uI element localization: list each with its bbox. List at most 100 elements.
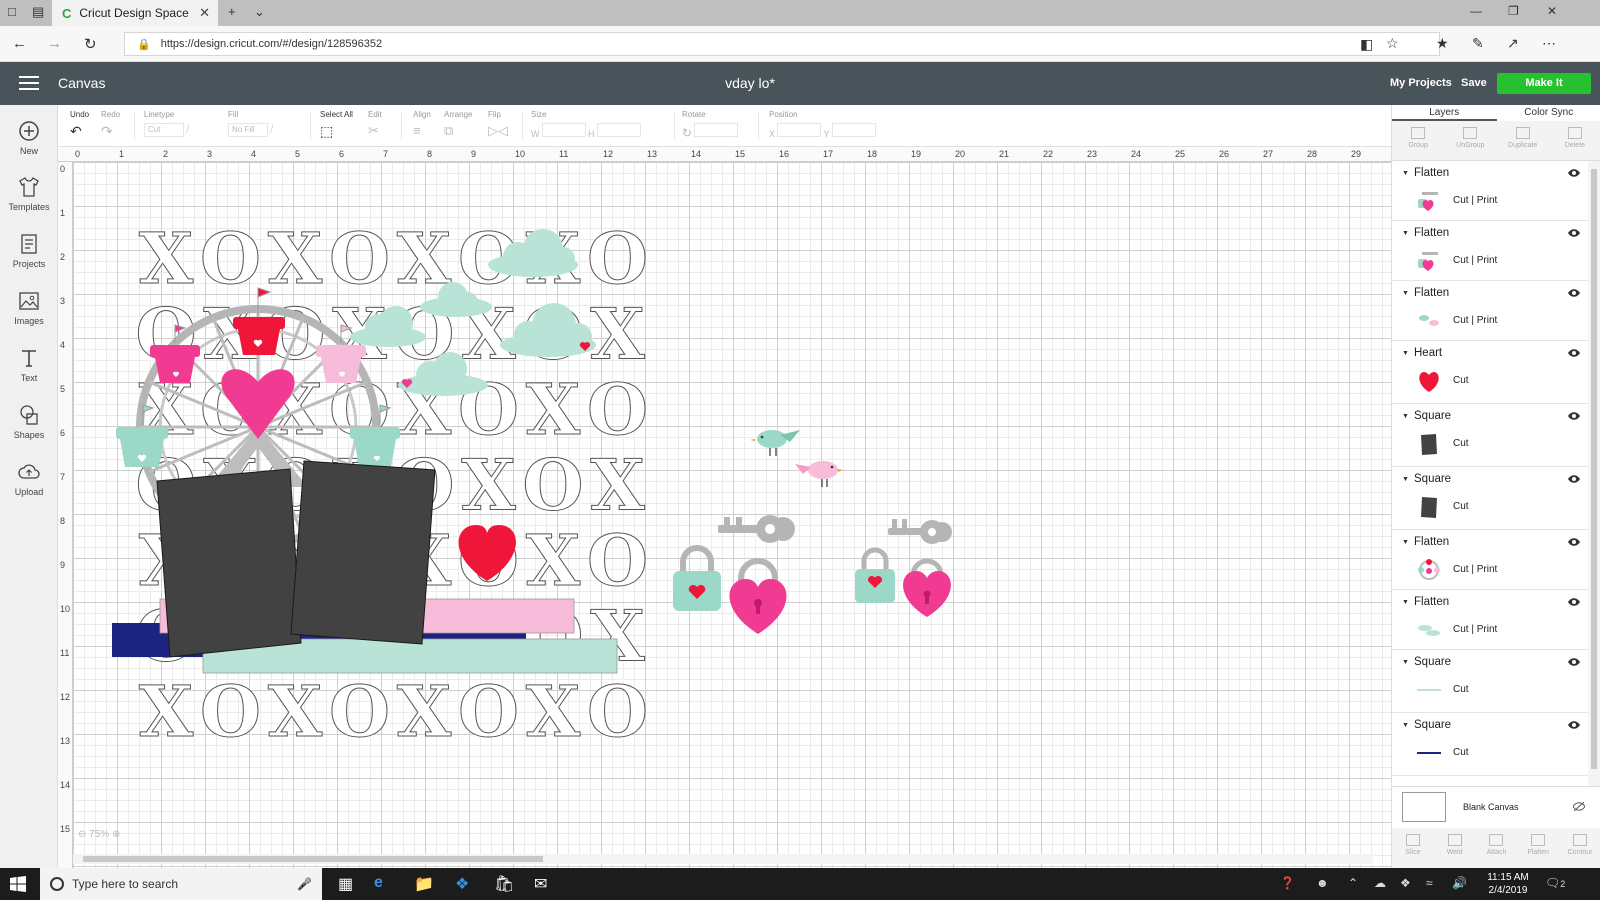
collapse-caret-icon[interactable]: ▼	[1402, 350, 1409, 357]
delete-button[interactable]: Delete	[1549, 121, 1600, 160]
my-projects-link[interactable]: My Projects	[1390, 77, 1452, 89]
photo-mat-right[interactable]	[290, 460, 436, 645]
onedrive-icon[interactable]: ☁	[1374, 876, 1386, 890]
make-it-button[interactable]: Make It	[1497, 73, 1591, 94]
collapse-caret-icon[interactable]: ▼	[1402, 599, 1409, 606]
layer-operation[interactable]: Cut | Print	[1453, 255, 1497, 266]
blank-canvas-row[interactable]: Blank Canvas	[1392, 786, 1600, 828]
people-icon[interactable]: ☻	[1316, 876, 1329, 890]
mail-icon[interactable]: ✉	[534, 874, 547, 894]
sidebar-item-new[interactable]: New	[0, 119, 58, 156]
size-w-input[interactable]	[541, 123, 586, 137]
pos-x-input[interactable]	[777, 123, 822, 137]
rotate-control[interactable]: Rotate ↻	[682, 110, 739, 140]
layer-operation[interactable]: Cut	[1453, 747, 1469, 758]
edit-button[interactable]: Edit ✂	[368, 110, 382, 139]
eye-icon[interactable]	[1568, 289, 1580, 297]
edge-browser-icon[interactable]: e	[374, 874, 383, 892]
url-field[interactable]: 🔒 https://design.cricut.com/#/design/128…	[124, 32, 1440, 56]
sidebar-item-projects[interactable]: Projects	[0, 232, 58, 269]
zoom-out-icon[interactable]: ⊖	[78, 829, 86, 840]
layers-scrollbar[interactable]	[1588, 161, 1600, 786]
sidebar-item-images[interactable]: Images	[0, 289, 58, 326]
microphone-icon[interactable]: 🎤	[297, 877, 312, 891]
browser-tab[interactable]: C Cricut Design Space ✕	[52, 0, 218, 26]
arrange-button[interactable]: Arrange ⧉	[444, 110, 472, 139]
pen-notes-icon[interactable]: ✎	[1472, 35, 1484, 52]
redo-button[interactable]: Redo ↷	[101, 110, 120, 140]
contour-button[interactable]: Contour	[1559, 828, 1600, 868]
layer-row[interactable]: ▼ Flatten Cut | Print	[1392, 281, 1588, 341]
fill-select[interactable]: No Fill	[228, 123, 268, 137]
hamburger-menu-icon[interactable]	[19, 76, 39, 90]
linetype-control[interactable]: Linetype Cut ⧸	[144, 110, 189, 137]
taskbar-search[interactable]: Type here to search 🎤	[40, 868, 322, 900]
volume-icon[interactable]: 🔊	[1452, 876, 1467, 890]
attach-button[interactable]: Attach	[1476, 828, 1518, 868]
layer-operation[interactable]: Cut | Print	[1453, 195, 1497, 206]
forward-icon[interactable]: →	[47, 35, 62, 52]
collapse-caret-icon[interactable]: ▼	[1402, 170, 1409, 177]
photo-mat-left[interactable]	[156, 468, 302, 658]
tab-actions-icon[interactable]: □	[8, 4, 16, 19]
size-h-input[interactable]	[596, 123, 641, 137]
layer-row[interactable]: ▼ Square Cut	[1392, 650, 1588, 713]
collapse-caret-icon[interactable]: ▼	[1402, 722, 1409, 729]
collapse-caret-icon[interactable]: ▼	[1402, 230, 1409, 237]
restore-icon[interactable]: ❐	[1508, 4, 1519, 18]
wifi-icon[interactable]: ≈	[1426, 876, 1433, 890]
layer-row[interactable]: ▼ Flatten Cut | Print	[1392, 530, 1588, 590]
collapse-caret-icon[interactable]: ▼	[1402, 413, 1409, 420]
linetype-select[interactable]: Cut	[144, 123, 184, 137]
collapse-caret-icon[interactable]: ▼	[1402, 659, 1409, 666]
scrollbar-thumb[interactable]	[83, 856, 543, 862]
flatten-button[interactable]: Flatten	[1517, 828, 1559, 868]
eye-icon[interactable]	[1568, 475, 1580, 483]
duplicate-button[interactable]: Duplicate	[1497, 121, 1549, 160]
tab-list-chevron-icon[interactable]: ⌄	[254, 4, 265, 20]
dropbox-icon[interactable]: ❖	[455, 874, 469, 894]
eye-icon[interactable]	[1568, 229, 1580, 237]
file-explorer-icon[interactable]: 📁	[414, 874, 434, 894]
dropbox-tray-icon[interactable]: ❖	[1400, 876, 1411, 890]
collapse-caret-icon[interactable]: ▼	[1402, 290, 1409, 297]
zoom-control[interactable]: ⊖ 75% ⊕	[78, 829, 120, 840]
share-icon[interactable]: ↗	[1507, 35, 1519, 52]
action-center-icon[interactable]: 🗨2	[1545, 876, 1565, 890]
scrollbar-thumb[interactable]	[1591, 169, 1597, 769]
fill-color-icon[interactable]: ⧸	[270, 124, 273, 134]
flip-button[interactable]: Flip ▷◁	[488, 110, 508, 139]
reading-view-icon[interactable]: ◧	[1360, 36, 1373, 53]
tab-layers[interactable]: Layers	[1392, 105, 1497, 121]
tray-chevron-icon[interactable]: ⌃	[1348, 876, 1358, 890]
layer-operation[interactable]: Cut | Print	[1453, 624, 1497, 635]
layer-operation[interactable]: Cut	[1453, 501, 1469, 512]
layer-operation[interactable]: Cut	[1453, 684, 1469, 695]
minimize-icon[interactable]: —	[1470, 4, 1482, 18]
layer-row[interactable]: ▼ Square Cut	[1392, 467, 1588, 530]
slice-button[interactable]: Slice	[1392, 828, 1434, 868]
eye-icon[interactable]	[1568, 538, 1580, 546]
rotate-input[interactable]	[694, 123, 739, 137]
taskbar-clock[interactable]: 11:15 AM 2/4/2019	[1478, 871, 1538, 897]
more-icon[interactable]: ⋯	[1542, 35, 1556, 52]
position-control[interactable]: Position X Y	[769, 110, 876, 139]
zoom-in-icon[interactable]: ⊕	[112, 829, 120, 840]
teal-bird[interactable]	[750, 430, 800, 456]
lock-set-left[interactable]	[673, 515, 795, 634]
sidebar-item-shapes[interactable]: Shapes	[0, 403, 58, 440]
back-icon[interactable]: ←	[12, 35, 27, 52]
layer-row[interactable]: ▼ Flatten Cut | Print	[1392, 590, 1588, 650]
eye-icon[interactable]	[1568, 349, 1580, 357]
eye-icon[interactable]	[1568, 412, 1580, 420]
weld-button[interactable]: Weld	[1434, 828, 1476, 868]
favorites-hub-icon[interactable]: ★	[1436, 35, 1449, 52]
sidebar-item-upload[interactable]: Upload	[0, 460, 58, 497]
lock-set-right[interactable]	[855, 519, 952, 617]
collapse-caret-icon[interactable]: ▼	[1402, 476, 1409, 483]
layer-operation[interactable]: Cut	[1453, 438, 1469, 449]
set-aside-tabs-icon[interactable]: ▤	[32, 4, 44, 20]
size-control[interactable]: Size W H	[531, 110, 641, 139]
store-icon[interactable]: 🛍	[494, 874, 514, 894]
new-tab-icon[interactable]: +	[228, 4, 236, 19]
